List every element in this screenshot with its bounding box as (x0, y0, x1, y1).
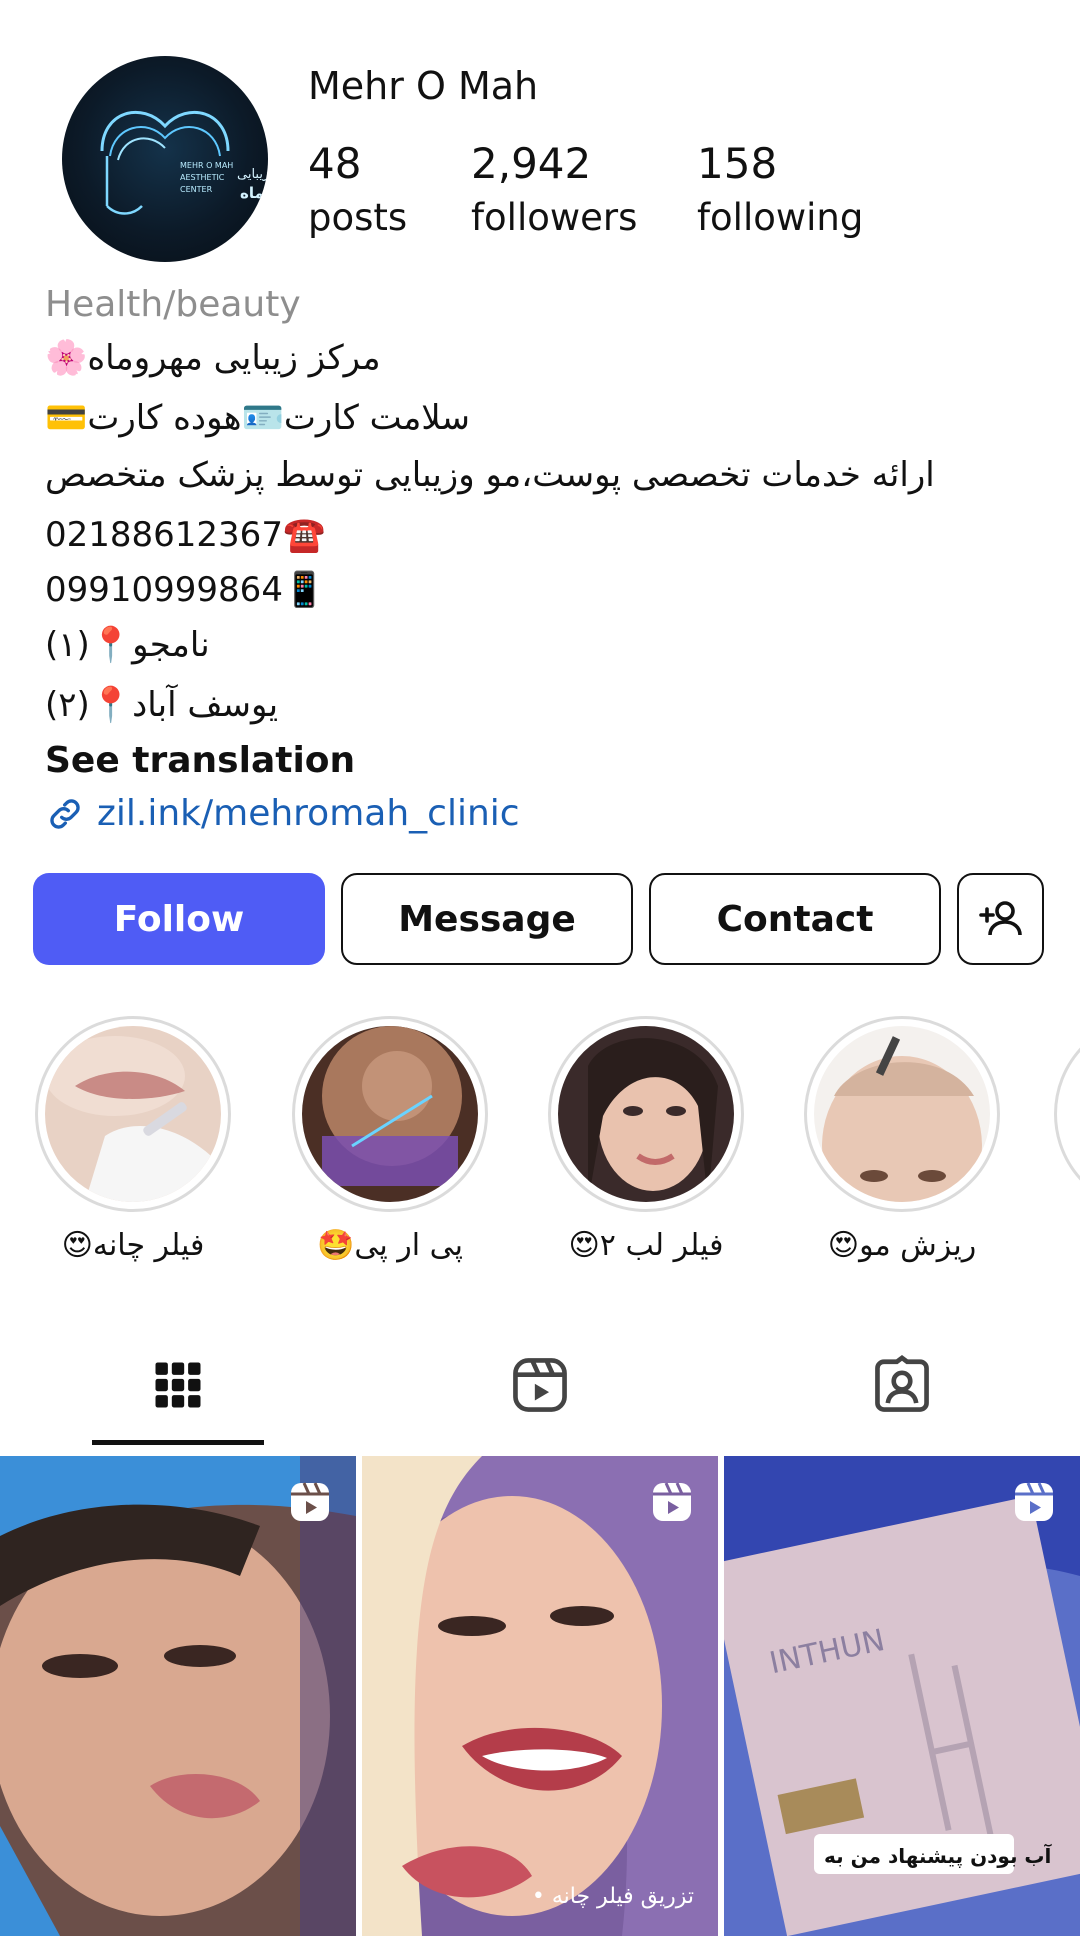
contact-button[interactable]: Contact (649, 873, 941, 965)
stat-label: posts (308, 196, 408, 239)
tab-reels[interactable] (450, 1340, 630, 1430)
reels-icon (653, 1482, 691, 1521)
clinic-logo: MEHR O MAH AESTHETIC CENTER مرکز زیبایی … (100, 110, 268, 215)
story-highlight[interactable]: فیلر لب ۲😍 (541, 1016, 751, 1263)
highlight-cover (558, 1026, 734, 1202)
svg-text:AESTHETIC: AESTHETIC (180, 173, 225, 182)
story-highlight[interactable]: فیلر چانه😍 (28, 1016, 238, 1263)
svg-text:MEHR O MAH: MEHR O MAH (180, 161, 233, 170)
post-thumbnail[interactable]: INTHUN آب بودن پیشنهاد من به (724, 1456, 1080, 1936)
reels-icon (513, 1358, 567, 1412)
bio-phone-mobile[interactable]: 09910999864📱 (45, 570, 325, 610)
highlight-label: ریزش مو😍 (827, 1228, 977, 1263)
bio-location-1: نامجو📍(۱) (45, 625, 210, 665)
message-button[interactable]: Message (341, 873, 633, 965)
post-overlay-caption: آب بودن پیشنهاد من به (824, 1844, 1052, 1868)
tab-posts-grid[interactable] (88, 1340, 268, 1430)
bio-link[interactable]: zil.ink/mehromah_clinic (45, 793, 520, 834)
profile-avatar[interactable]: MEHR O MAH AESTHETIC CENTER مرکز زیبایی … (62, 56, 268, 262)
reel-badge (286, 1478, 334, 1530)
svg-text:CENTER: CENTER (180, 185, 213, 194)
bio-line: سلامت کارت🪪هوده کارت💳 (45, 398, 471, 438)
post-overlay-caption: تزریق فیلر چانه • (531, 1884, 694, 1909)
profile-name: Mehr O Mah (308, 64, 539, 108)
follow-button[interactable]: Follow (33, 873, 325, 965)
highlight-label: پی ار پی🤩 (317, 1228, 463, 1263)
profile-category: Health/beauty (45, 284, 301, 325)
stat-label: following (697, 196, 864, 239)
stat-followers[interactable]: 2,942 followers (471, 140, 637, 248)
post-thumbnail[interactable] (0, 1456, 356, 1936)
stat-value: 48 (308, 139, 362, 188)
highlight-cover (45, 1026, 221, 1202)
reels-icon (291, 1482, 329, 1521)
link-icon (50, 798, 80, 829)
see-translation-link[interactable]: See translation (45, 740, 355, 781)
highlight-cover (302, 1026, 478, 1202)
svg-text:مرکز زیبایی: مرکز زیبایی (237, 167, 268, 182)
stat-label: followers (471, 196, 638, 239)
highlight-label: فیلر چانه😍 (61, 1228, 205, 1263)
tagged-icon (875, 1354, 929, 1412)
stat-value: 158 (697, 139, 778, 188)
bio-link-text: zil.ink/mehromah_clinic (97, 793, 520, 834)
story-highlight[interactable]: ریزش مو😍 (797, 1016, 1007, 1263)
grid-icon (155, 1362, 201, 1408)
bio-line: مرکز زیبایی مهروماه🌸 (45, 338, 381, 378)
highlight-label: فیلر لب ۲😍 (568, 1228, 724, 1263)
add-person-icon (978, 901, 1022, 936)
active-tab-indicator (92, 1440, 264, 1445)
stat-following[interactable]: 158 following (697, 140, 863, 248)
tab-tagged[interactable] (812, 1340, 992, 1430)
bio-line: ارائه خدمات تخصصی پوست،مو وزیبایی توسط پ… (45, 455, 935, 495)
bio-location-2: یوسف آباد📍(۲) (45, 685, 279, 725)
suggested-users-button[interactable] (957, 873, 1044, 965)
stat-posts[interactable]: 48 posts (308, 140, 407, 248)
bio-phone-landline[interactable]: 02188612367☎️ (45, 515, 325, 555)
story-highlight-partial[interactable] (1054, 1016, 1080, 1212)
story-highlight[interactable]: پی ار پی🤩 (285, 1016, 495, 1263)
reel-badge (1010, 1478, 1058, 1530)
reels-icon (1015, 1482, 1053, 1521)
stat-value: 2,942 (471, 139, 592, 188)
highlight-cover (814, 1026, 990, 1202)
post-thumbnail[interactable]: تزریق فیلر چانه • (362, 1456, 718, 1936)
reel-badge (648, 1478, 696, 1530)
svg-text:مهروماه: مهروماه (240, 184, 268, 202)
